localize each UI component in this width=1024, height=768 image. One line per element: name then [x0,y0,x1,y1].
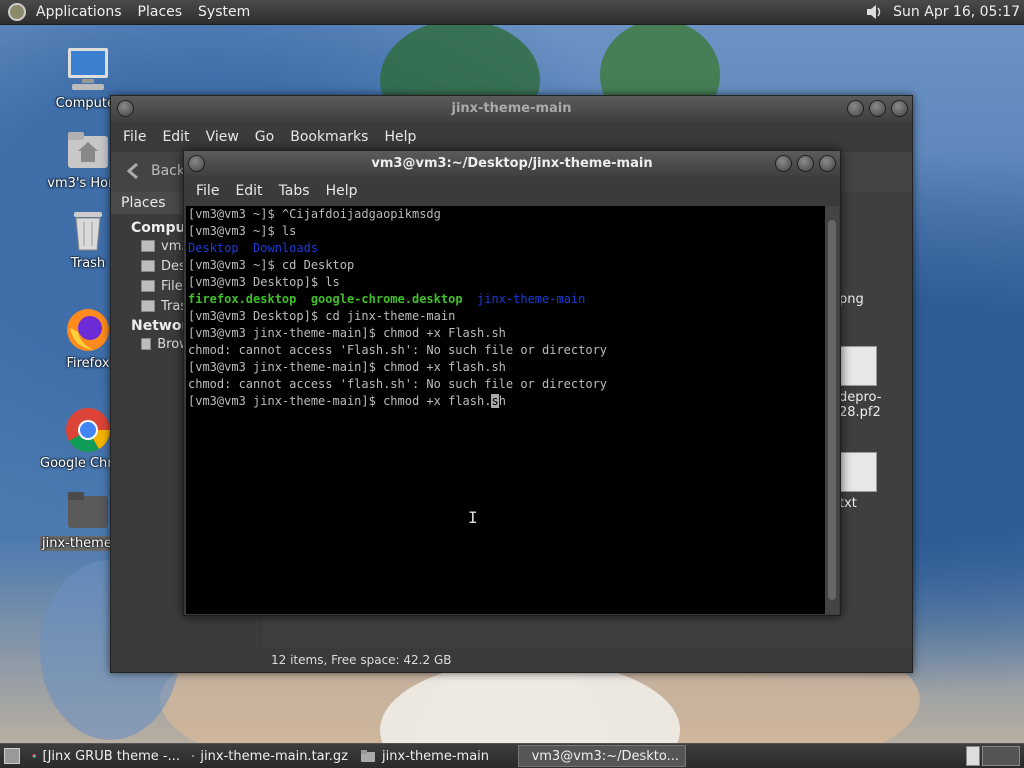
folder-icon [68,492,108,528]
archive-icon [192,755,195,757]
minimize-icon[interactable] [775,155,792,172]
volume-icon[interactable] [865,3,883,21]
system-menu-icon[interactable] [8,3,26,21]
terminal-line: [vm3@vm3 jinx-theme-main]$ chmod +x Flas… [188,326,506,340]
minimize-icon[interactable] [847,100,864,117]
back-arrow-icon [126,162,138,180]
terminal-line: [vm3@vm3 jinx-theme-main]$ chmod +x flas… [188,394,506,408]
maximize-icon[interactable] [797,155,814,172]
file-item[interactable]: png [839,292,864,307]
text-cursor: s [491,394,499,408]
system-menu[interactable]: System [190,0,258,25]
scrollbar-thumb[interactable] [828,220,836,600]
close-icon[interactable] [891,100,908,117]
document-icon [839,346,877,386]
taskbar-item-chrome[interactable]: [Jinx GRUB theme -... [26,745,186,767]
terminal-line: [vm3@vm3 Desktop]$ cd jinx-theme-main [188,309,456,323]
terminal-scrollbar[interactable] [825,206,839,614]
taskbar-item-archive[interactable]: jinx-theme-main.tar.gz [186,745,354,767]
taskbar-item-terminal[interactable]: vm3@vm3:~/Deskto... [518,745,686,767]
terminal-line: [vm3@vm3 Desktop]$ ls [188,275,340,289]
terminal-line: [vm3@vm3 ~]$ ls [188,224,297,238]
taskbar-item-label: [Jinx GRUB theme -... [42,748,180,764]
home-folder-icon [68,132,108,168]
menu-file[interactable]: File [188,183,227,199]
file-label: depro-28.pf2 [839,390,882,420]
chrome-icon [32,754,37,759]
menu-file[interactable]: File [115,129,154,145]
file-item[interactable]: txt [839,452,877,511]
file-manager-menubar: File Edit View Go Bookmarks Help [111,122,912,152]
taskbar-item-label: vm3@vm3:~/Deskto... [531,748,679,764]
terminal-line: [vm3@vm3 ~]$ cd Desktop [188,258,355,272]
document-icon [839,452,877,492]
top-panel: Applications Places System Sun Apr 16, 0… [0,0,1024,25]
menu-help[interactable]: Help [376,129,424,145]
terminal-line: [vm3@vm3 jinx-theme-main]$ chmod +x flas… [188,360,506,374]
menu-edit[interactable]: Edit [154,129,197,145]
desktop-icon [141,260,155,272]
computer-icon [68,48,108,90]
drive-icon [141,280,155,292]
menu-go[interactable]: Go [247,129,282,145]
workspace-switcher[interactable] [966,746,1024,766]
menu-tabs[interactable]: Tabs [271,183,318,199]
firefox-icon [67,309,109,351]
menu-view[interactable]: View [198,129,247,145]
terminal-icon [525,755,526,757]
trash-icon [141,300,155,312]
network-icon [141,338,152,350]
maximize-icon[interactable] [869,100,886,117]
workspace-1[interactable] [966,746,980,766]
places-menu[interactable]: Places [130,0,191,25]
taskbar-item-file-manager[interactable]: jinx-theme-main [354,745,518,767]
terminal-output[interactable]: [vm3@vm3 ~]$ ^Cijafdoijadgaopikmsdg [vm3… [186,206,826,614]
status-bar: 12 items, Free space: 42.2 GB [271,653,452,667]
terminal-line: [vm3@vm3 ~]$ ^Cijafdoijadgaopikmsdg [188,207,441,221]
terminal-titlebar[interactable]: vm3@vm3:~/Desktop/jinx-theme-main [184,151,840,177]
mouse-ibeam-cursor: I [468,508,478,527]
close-icon[interactable] [819,155,836,172]
terminal-line: chmod: cannot access 'flash.sh': No such… [188,377,608,391]
chrome-icon [66,408,110,452]
menu-bookmarks[interactable]: Bookmarks [282,129,376,145]
file-manager-titlebar[interactable]: jinx-theme-main [111,96,912,122]
folder-icon [361,750,375,762]
taskbar-item-label: jinx-theme-main [382,748,490,764]
file-label: png [839,292,864,307]
window-title: jinx-theme-main [451,101,572,116]
home-icon [141,240,155,252]
terminal-menubar: File Edit Tabs Help [184,177,840,204]
terminal-window: vm3@vm3:~/Desktop/jinx-theme-main File E… [183,150,841,616]
terminal-line: firefox.desktop google-chrome.desktop ji… [188,292,586,306]
terminal-line: Desktop Downloads [188,241,319,255]
bottom-panel: [Jinx GRUB theme -... jinx-theme-main.ta… [0,743,1024,768]
window-title: vm3@vm3:~/Desktop/jinx-theme-main [371,156,653,171]
taskbar-item-label: jinx-theme-main.tar.gz [200,748,348,764]
back-button[interactable]: Back [123,160,185,182]
applications-menu[interactable]: Applications [28,0,130,25]
menu-help[interactable]: Help [318,183,366,199]
trash-icon [74,212,102,251]
file-label: txt [839,496,857,511]
file-item[interactable]: depro-28.pf2 [839,346,912,420]
show-desktop-icon[interactable] [4,748,20,764]
clock[interactable]: Sun Apr 16, 05:17 [893,4,1020,20]
menu-edit[interactable]: Edit [227,183,270,199]
back-label: Back [151,163,185,179]
workspace-2[interactable] [982,746,1020,766]
terminal-line: chmod: cannot access 'Flash.sh': No such… [188,343,608,357]
